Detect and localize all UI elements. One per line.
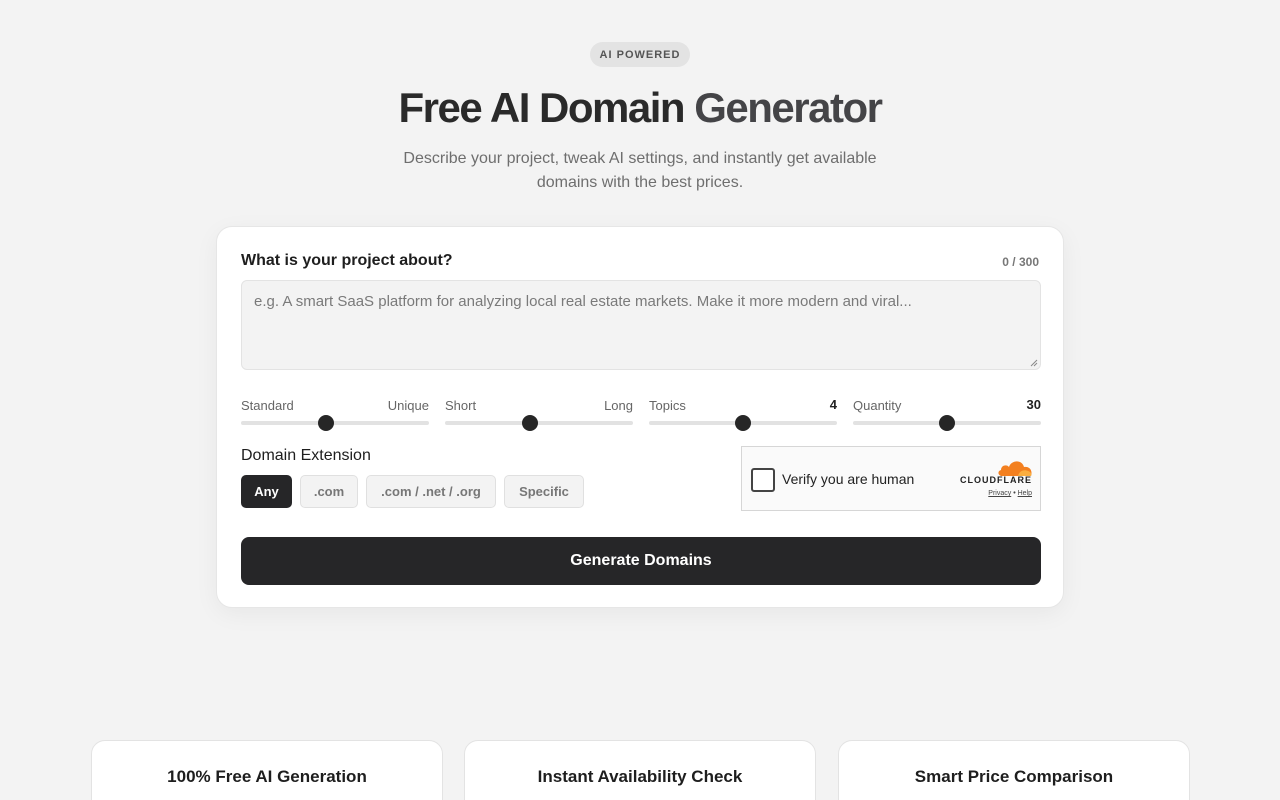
feature-card-price: Smart Price Comparison	[838, 740, 1190, 800]
privacy-link[interactable]: Privacy	[988, 490, 1011, 497]
slider-thumb[interactable]	[735, 415, 751, 431]
generator-card: What is your project about? 0 / 300 e.g.…	[216, 226, 1064, 608]
slider-left-label: Standard	[241, 398, 294, 413]
char-counter: 0 / 300	[1002, 255, 1039, 269]
extension-com-button[interactable]: .com	[300, 475, 358, 508]
quantity-slider[interactable]: Quantity 30	[853, 397, 1041, 431]
textarea-placeholder: e.g. A smart SaaS platform for analyzing…	[254, 293, 912, 310]
slider-left-label: Quantity	[853, 398, 902, 413]
help-link[interactable]: Help	[1018, 490, 1032, 497]
feature-title: Instant Availability Check	[537, 767, 743, 786]
slider-right-label: Long	[604, 398, 633, 413]
slider-left-label: Short	[445, 398, 477, 413]
project-question-label: What is your project about?	[241, 252, 453, 269]
slider-thumb[interactable]	[317, 415, 334, 431]
cloudflare-brand: CLOUDFLARE	[960, 475, 1032, 485]
ai-powered-badge: AI POWERED	[590, 42, 690, 67]
title-part-1: Free AI Domain	[398, 84, 695, 131]
length-slider[interactable]: Short Long	[445, 397, 633, 431]
captcha-text: Verify you are human	[782, 471, 915, 487]
captcha-widget: Verify you are human CLOUDFLARE Privacy …	[741, 446, 1041, 511]
cloudflare-cloud-icon	[998, 461, 1032, 476]
extension-com-net-org-button[interactable]: .com / .net / .org	[366, 475, 496, 508]
feature-card-availability: Instant Availability Check	[464, 740, 816, 800]
page-subtitle: Describe your project, tweak AI settings…	[403, 150, 877, 191]
slider-value: 4	[829, 397, 837, 412]
title-part-2: Generator	[694, 84, 883, 131]
domain-extension-label: Domain Extension	[241, 447, 371, 464]
generate-domains-button[interactable]: Generate Domains	[241, 537, 1041, 585]
topics-slider[interactable]: Topics 4	[649, 397, 837, 431]
feature-title: Smart Price Comparison	[914, 767, 1114, 786]
slider-thumb[interactable]	[939, 415, 955, 431]
resize-grip-icon[interactable]	[1030, 359, 1038, 367]
slider-thumb[interactable]	[521, 415, 538, 431]
page-title: Free AI Domain Generator	[0, 84, 1280, 132]
captcha-links: Privacy • Help	[988, 490, 1032, 497]
project-description-input[interactable]: e.g. A smart SaaS platform for analyzing…	[241, 280, 1041, 370]
slider-track[interactable]	[445, 421, 633, 425]
slider-value: 30	[1026, 397, 1041, 412]
slider-track[interactable]	[241, 421, 429, 425]
extension-any-button[interactable]: Any	[241, 475, 292, 508]
link-separator: •	[1013, 490, 1016, 497]
slider-left-label: Topics	[649, 398, 686, 413]
captcha-checkbox[interactable]	[751, 468, 775, 492]
feature-title: 100% Free AI Generation	[167, 767, 367, 786]
uniqueness-slider[interactable]: Standard Unique	[241, 397, 429, 431]
slider-right-label: Unique	[387, 398, 429, 413]
feature-card-free: 100% Free AI Generation	[91, 740, 443, 800]
extension-specific-button[interactable]: Specific	[504, 475, 584, 508]
